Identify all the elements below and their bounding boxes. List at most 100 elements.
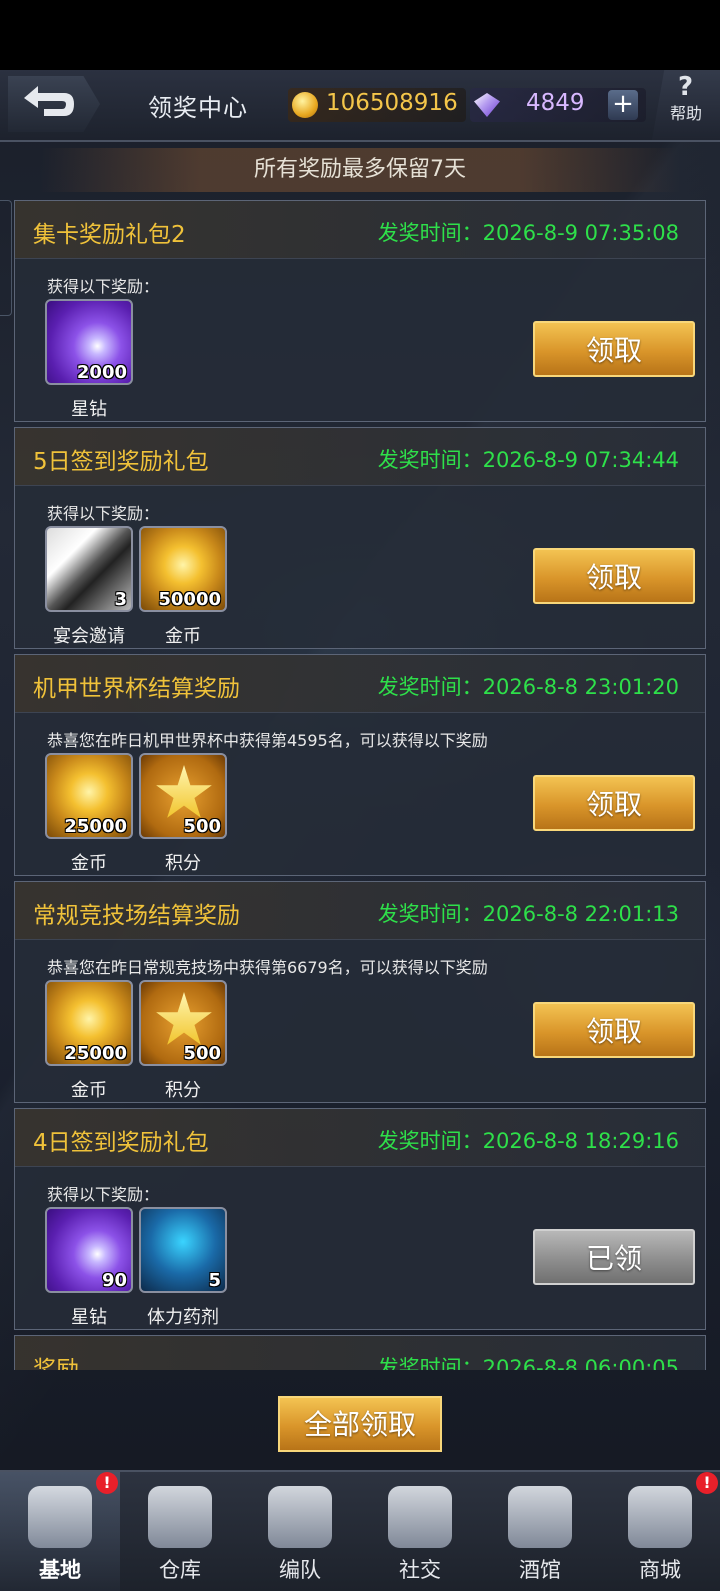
reward-list[interactable]: 集卡奖励礼包2 发奖时间：2026-8-9 07:35:08 获得以下奖励： 2… <box>14 200 706 1370</box>
nav-label: 仓库 <box>159 1558 201 1582</box>
card-header: 常规竞技场结算奖励 发奖时间：2026-8-8 22:01:13 <box>15 882 705 940</box>
nav-item[interactable]: 仓库 <box>120 1472 240 1591</box>
claim-button[interactable]: 领取 <box>533 775 695 831</box>
top-bar: 领奖中心 106508916 4849 + ? 帮助 <box>0 70 720 142</box>
card-title: 4日签到奖励礼包 <box>33 1130 209 1156</box>
item-name: 积分 <box>165 853 201 874</box>
reward-card: 4日签到奖励礼包 发奖时间：2026-8-8 18:29:16 获得以下奖励： … <box>14 1108 706 1330</box>
tavern-icon <box>508 1486 572 1548</box>
claimed-button[interactable]: 已领 <box>533 1229 695 1285</box>
star-shape <box>156 992 212 1045</box>
star-shape <box>156 765 212 818</box>
gold-coin-icon: 25000 <box>45 753 133 839</box>
nav-label: 酒馆 <box>519 1558 561 1582</box>
gold-coin-icon: 50000 <box>139 526 227 612</box>
item-name: 金币 <box>71 853 107 874</box>
item-quantity: 500 <box>183 1043 221 1064</box>
reward-card: 常规竞技场结算奖励 发奖时间：2026-8-8 22:01:13 恭喜您在昨日常… <box>14 881 706 1103</box>
reward-card: 机甲世界杯结算奖励 发奖时间：2026-8-8 23:01:20 恭喜您在昨日机… <box>14 654 706 876</box>
item-quantity: 50000 <box>158 589 221 610</box>
warehouse-icon <box>148 1486 212 1548</box>
star-diamond-icon: 2000 <box>45 299 133 385</box>
card-header: 4日签到奖励礼包 发奖时间：2026-8-8 18:29:16 <box>15 1109 705 1167</box>
screen: 领奖中心 106508916 4849 + ? 帮助 所有奖励最多保留7天 集卡… <box>0 0 720 1591</box>
retention-notice: 所有奖励最多保留7天 <box>40 148 680 192</box>
item-name: 体力药剂 <box>147 1307 219 1328</box>
award-time: 发奖时间：2026-8-9 07:34:44 <box>377 448 679 472</box>
card-description: 获得以下奖励： <box>47 1185 160 1204</box>
item-quantity: 90 <box>101 1270 127 1291</box>
coin-amount: 106508916 <box>326 90 458 116</box>
item-quantity: 25000 <box>64 816 127 837</box>
star-points-icon: 500 <box>139 753 227 839</box>
gold-coin-icon <box>292 92 318 118</box>
coin-counter: 106508916 <box>288 88 466 122</box>
claim-button[interactable]: 领取 <box>533 1002 695 1058</box>
card-description: 获得以下奖励： <box>47 277 160 296</box>
nav-item[interactable]: 酒馆 <box>480 1472 600 1591</box>
team-icon <box>268 1486 332 1548</box>
gem-amount: 4849 <box>526 90 585 116</box>
nav-item[interactable]: 社交 <box>360 1472 480 1591</box>
nav-label: 商城 <box>639 1558 681 1582</box>
back-button[interactable] <box>8 76 100 132</box>
claim-button[interactable]: 领取 <box>533 548 695 604</box>
item-quantity: 25000 <box>64 1043 127 1064</box>
item-name: 金币 <box>71 1080 107 1101</box>
help-question-icon: ? <box>678 72 694 102</box>
card-description: 恭喜您在昨日机甲世界杯中获得第4595名，可以获得以下奖励 <box>47 731 488 750</box>
item-name: 积分 <box>165 1080 201 1101</box>
award-time: 发奖时间：2026-8-8 06:00:05 <box>377 1356 679 1370</box>
item-name: 金币 <box>165 626 201 647</box>
item-name: 星钻 <box>71 399 107 420</box>
star-diamond-icon <box>474 93 500 117</box>
star-points-icon: 500 <box>139 980 227 1066</box>
item-quantity: 500 <box>183 816 221 837</box>
social-icon <box>388 1486 452 1548</box>
star-diamond-icon: 90 <box>45 1207 133 1293</box>
card-title: 奖励 <box>33 1357 79 1370</box>
card-header: 机甲世界杯结算奖励 发奖时间：2026-8-8 23:01:20 <box>15 655 705 713</box>
card-title: 集卡奖励礼包2 <box>33 222 186 248</box>
item-quantity: 2000 <box>76 362 127 383</box>
item-quantity: 3 <box>114 589 127 610</box>
reward-card: 奖励 发奖时间：2026-8-8 06:00:05 <box>14 1335 706 1370</box>
item-quantity: 5 <box>208 1270 221 1291</box>
status-bar <box>0 0 720 70</box>
add-gems-button[interactable]: + <box>608 90 638 120</box>
card-header: 奖励 发奖时间：2026-8-8 06:00:05 <box>15 1336 705 1370</box>
award-time: 发奖时间：2026-8-8 22:01:13 <box>377 902 679 926</box>
bottom-nav: 基地! 仓库 编队 社交 酒馆 商城! <box>0 1470 720 1591</box>
card-header: 5日签到奖励礼包 发奖时间：2026-8-9 07:34:44 <box>15 428 705 486</box>
help-button[interactable]: ? 帮助 <box>652 70 720 140</box>
notification-badge: ! <box>696 1472 718 1494</box>
base-icon <box>28 1486 92 1548</box>
nav-label: 编队 <box>279 1558 321 1582</box>
gem-counter: 4849 + <box>470 88 646 122</box>
side-tab[interactable] <box>0 200 12 316</box>
nav-label: 基地 <box>39 1558 81 1582</box>
card-title: 常规竞技场结算奖励 <box>33 903 240 929</box>
claim-button[interactable]: 领取 <box>533 321 695 377</box>
reward-center: 领奖中心 106508916 4849 + ? 帮助 所有奖励最多保留7天 集卡… <box>0 70 720 1591</box>
nav-item[interactable]: 编队 <box>240 1472 360 1591</box>
item-name: 宴会邀请 <box>53 626 125 647</box>
shop-icon <box>628 1486 692 1548</box>
card-description: 获得以下奖励： <box>47 504 160 523</box>
nav-label: 社交 <box>399 1558 441 1582</box>
stamina-potion-icon: 5 <box>139 1207 227 1293</box>
back-arrow-icon <box>24 86 74 116</box>
nav-item[interactable]: 基地! <box>0 1472 120 1591</box>
card-title: 机甲世界杯结算奖励 <box>33 676 240 702</box>
page-title: 领奖中心 <box>148 94 248 122</box>
card-title: 5日签到奖励礼包 <box>33 449 209 475</box>
help-label: 帮助 <box>670 104 703 123</box>
reward-card: 集卡奖励礼包2 发奖时间：2026-8-9 07:35:08 获得以下奖励： 2… <box>14 200 706 422</box>
award-time: 发奖时间：2026-8-8 18:29:16 <box>377 1129 679 1153</box>
invitation-card-icon: 3 <box>45 526 133 612</box>
nav-item[interactable]: 商城! <box>600 1472 720 1591</box>
card-header: 集卡奖励礼包2 发奖时间：2026-8-9 07:35:08 <box>15 201 705 259</box>
claim-all-button[interactable]: 全部领取 <box>278 1396 442 1452</box>
award-time: 发奖时间：2026-8-9 07:35:08 <box>377 221 679 245</box>
award-time: 发奖时间：2026-8-8 23:01:20 <box>377 675 679 699</box>
